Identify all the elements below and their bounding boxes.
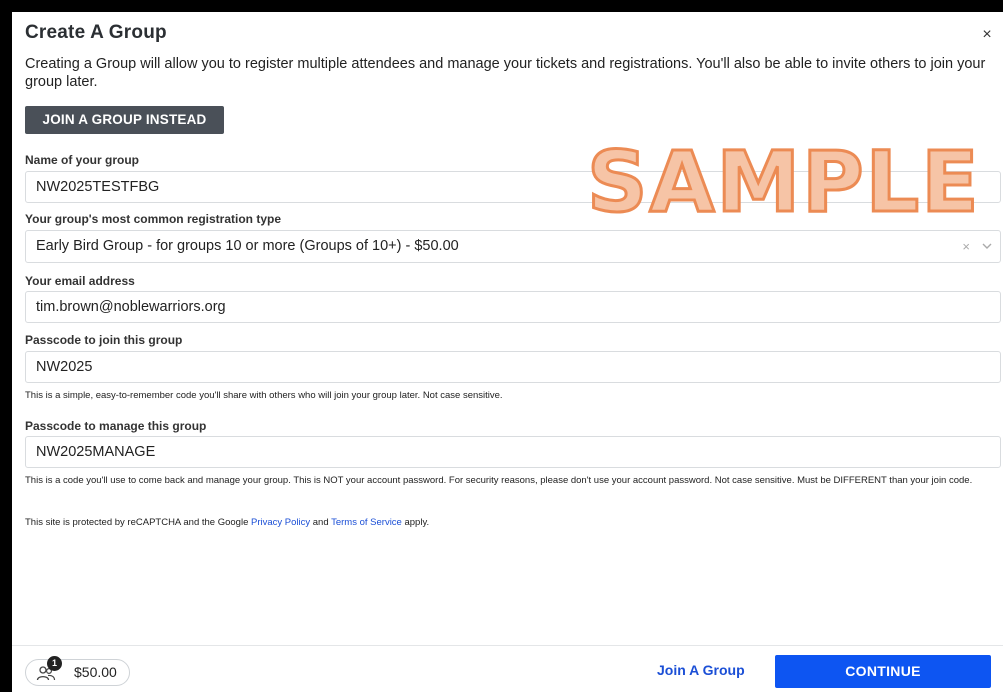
- terms-of-service-link[interactable]: Terms of Service: [331, 517, 402, 528]
- recaptcha-suffix: apply.: [401, 517, 430, 528]
- sample-watermark: SAMPLE: [586, 133, 981, 231]
- create-group-modal: Create A Group × Creating a Group will a…: [12, 12, 1003, 692]
- manage-passcode-input[interactable]: [25, 436, 1001, 468]
- registration-type-value: Early Bird Group - for groups 10 or more…: [36, 238, 459, 254]
- registration-type-select[interactable]: Early Bird Group - for groups 10 or more…: [25, 230, 1001, 263]
- modal-title: Create A Group: [25, 22, 167, 43]
- close-icon[interactable]: ×: [979, 27, 995, 43]
- cart-total: $50.00: [74, 664, 117, 680]
- continue-button[interactable]: CONTINUE: [775, 655, 991, 688]
- privacy-policy-link[interactable]: Privacy Policy: [251, 517, 310, 528]
- join-a-group-link[interactable]: Join A Group: [657, 659, 745, 682]
- group-name-label: Name of your group: [25, 153, 140, 167]
- cart-summary[interactable]: 1 $50.00: [25, 656, 130, 686]
- email-label: Your email address: [25, 274, 135, 288]
- clear-icon[interactable]: ×: [962, 231, 970, 262]
- recaptcha-prefix: This site is protected by reCAPTCHA and …: [25, 517, 251, 528]
- email-input[interactable]: [25, 291, 1001, 323]
- join-passcode-label: Passcode to join this group: [25, 333, 183, 347]
- intro-text: Creating a Group will allow you to regis…: [25, 56, 986, 90]
- chevron-down-icon[interactable]: [982, 231, 992, 262]
- modal-footer: 1 $50.00 Join A Group CONTINUE: [12, 645, 1003, 692]
- manage-passcode-help: This is a code you'll use to come back a…: [25, 475, 973, 486]
- join-passcode-input[interactable]: [25, 351, 1001, 383]
- recaptcha-notice: This site is protected by reCAPTCHA and …: [25, 516, 1001, 529]
- attendee-count-badge: 1: [47, 656, 62, 671]
- join-passcode-help: This is a simple, easy-to-remember code …: [25, 390, 503, 401]
- registration-type-label: Your group's most common registration ty…: [25, 212, 281, 226]
- join-group-instead-button[interactable]: JOIN A GROUP INSTEAD: [25, 106, 224, 134]
- manage-passcode-label: Passcode to manage this group: [25, 419, 207, 433]
- recaptcha-middle: and: [310, 517, 332, 528]
